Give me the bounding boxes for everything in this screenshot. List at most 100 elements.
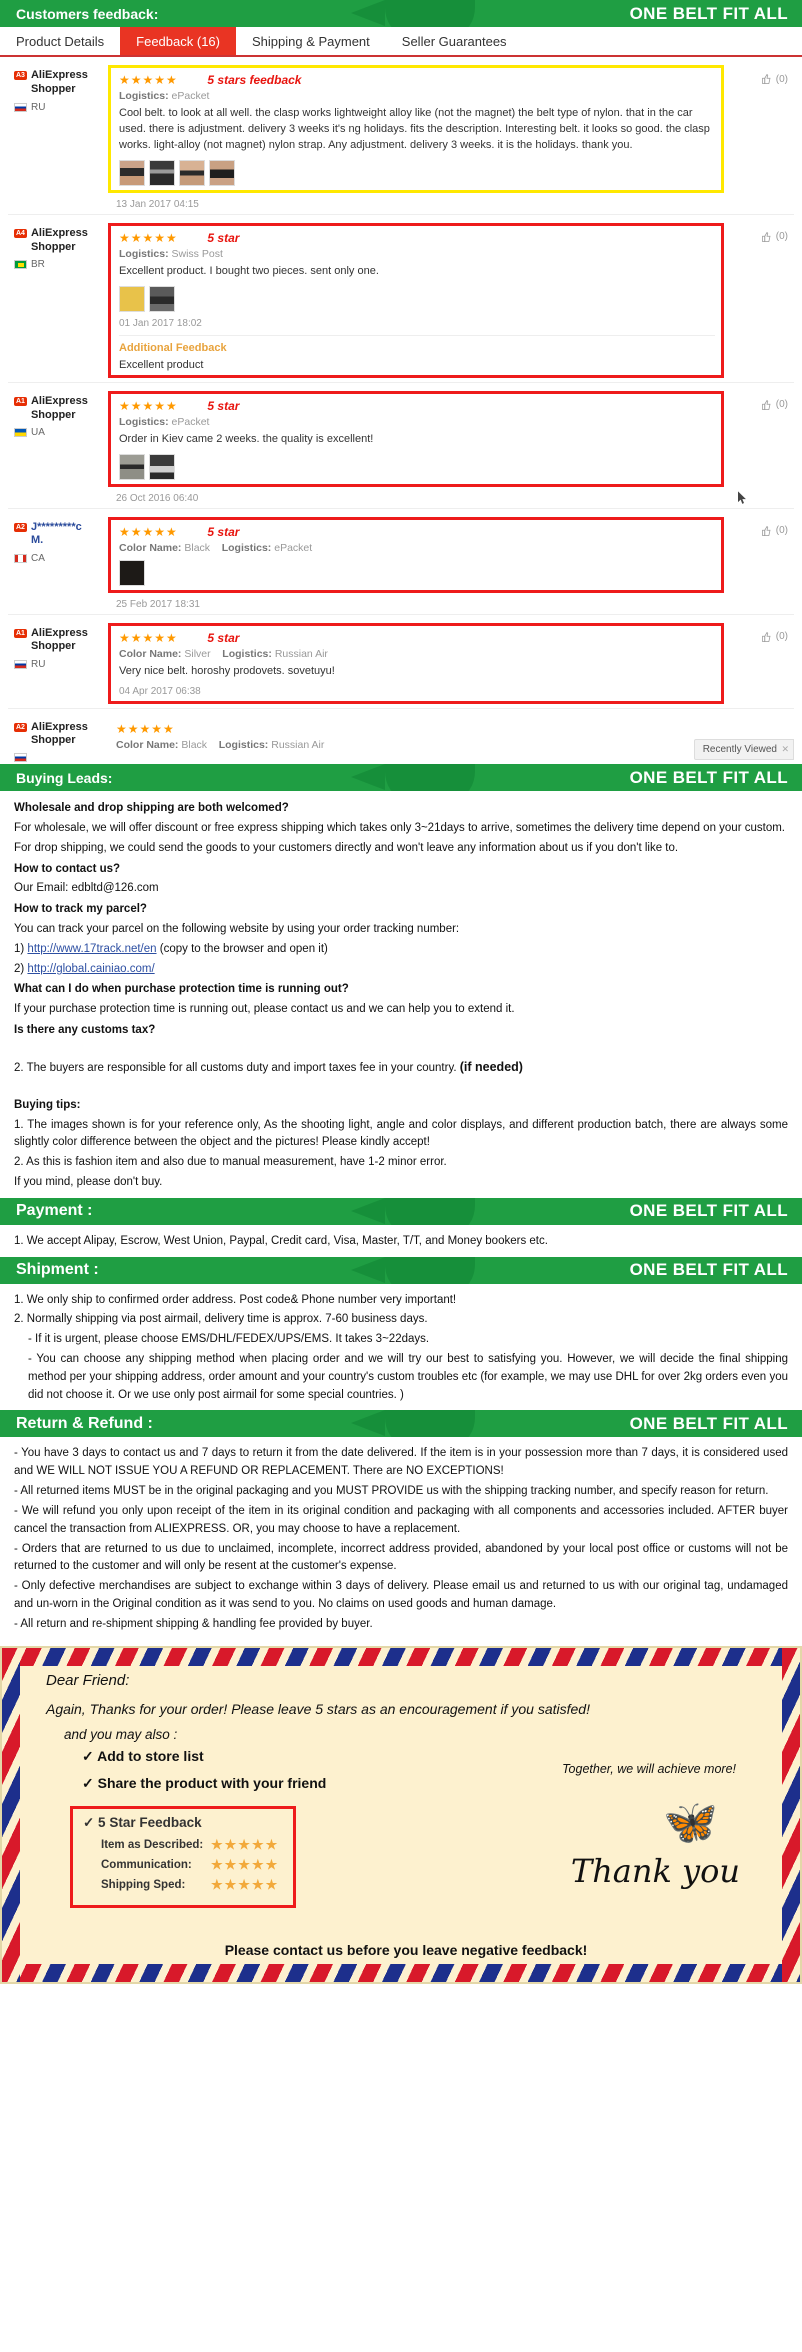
rating-row: Item as Described: ★★★★★ [101, 1837, 279, 1853]
feedback-item: A4 AliExpress Shopper BR ★★★★★ 5 star Log… [8, 215, 794, 504]
rating-row: Communication: ★★★★★ [101, 1857, 279, 1873]
feedback-user: A2 AliExpress Shopper [8, 717, 108, 763]
buying-tips-title: Buying tips: [14, 1098, 81, 1111]
return-line-6: - All return and re-shipment shipping & … [14, 1617, 373, 1630]
feedback-item: A2 J*********c M. CA ★★★★★ 5 star Color N… [8, 509, 794, 615]
user-name-line1: AliExpress [30, 626, 88, 639]
review-photo[interactable] [179, 159, 205, 186]
logistics-value: ePacket [274, 541, 313, 554]
feedback-item: A2 AliExpress Shopper ★★★★★ Color Name: B… [8, 709, 794, 765]
review-photo[interactable] [119, 559, 145, 586]
return-line-5: - Only defective merchandises are subjec… [14, 1580, 788, 1610]
country-code: UA [31, 427, 45, 439]
shipment-line-1: 1. We only ship to confirmed order addre… [14, 1293, 457, 1306]
review-photo[interactable] [149, 285, 175, 312]
also-text: and you may also : [64, 1726, 178, 1742]
payment-line-1: 1. We accept Alipay, Escrow, West Union,… [14, 1234, 548, 1247]
helpful-control[interactable]: (0) [761, 231, 788, 243]
helpful-control[interactable]: (0) [761, 631, 788, 643]
logistics-value: ePacket [171, 415, 210, 428]
helpful-count: (0) [775, 525, 788, 537]
link-note-1: (copy to the browser and open it) [159, 942, 328, 955]
color-label: Color Name: [116, 738, 179, 751]
thumbs-up-icon [761, 231, 771, 242]
faq-question-contact: How to contact us? [14, 862, 121, 875]
logistics-value: Swiss Post [171, 247, 223, 260]
return-line-4: - Orders that are returned to us due to … [14, 1542, 788, 1573]
feedback-date: 13 Jan 2017 04:15 [116, 198, 199, 210]
tab-shipping-payment[interactable]: Shipping & Payment [236, 27, 386, 55]
feedback-meta: Color Name: Black Logistics: ePacket [119, 542, 715, 554]
five-star-title: ✓ 5 Star Feedback [83, 1814, 202, 1830]
feedback-meta: Color Name: Silver Logistics: Russian Ai… [119, 648, 715, 660]
rating-stars: ★★★★★ [116, 721, 175, 736]
close-icon[interactable]: ✕ [781, 744, 789, 755]
feedback-comment: Excellent product. I bought two pieces. … [119, 264, 379, 277]
return-line-2: - All returned items MUST be in the orig… [14, 1485, 769, 1498]
recently-viewed-widget[interactable]: Recently Viewed ✕ [693, 739, 794, 761]
feedback-item: A3 AliExpress Shopper RU ★★★★★ 5 stars fe… [8, 57, 794, 215]
user-name-line1: AliExpress [30, 394, 88, 407]
helpful-control[interactable]: (0) [761, 525, 788, 537]
review-photo[interactable] [149, 453, 175, 480]
shipment-line-3: - If it is urgent, please choose EMS/DHL… [28, 1333, 430, 1346]
banner-slogan: ONE BELT FIT ALL [629, 767, 788, 787]
tracking-link-cainiao[interactable]: http://global.cainiao.com/ [27, 963, 154, 975]
tab-feedback[interactable]: Feedback (16) [120, 27, 236, 55]
user-name-line1: J*********c [30, 520, 82, 533]
logistics-label: Logistics: [221, 541, 272, 554]
review-photo[interactable] [119, 453, 145, 480]
logistics-label: Logistics: [222, 647, 272, 660]
envelope-border-bottom [2, 1963, 800, 1982]
feedback-meta: Color Name: Black Logistics: Russian Air [116, 739, 718, 751]
payment-content: 1. We accept Alipay, Escrow, West Union,… [0, 1225, 802, 1257]
user-name-line1: AliExpress [30, 226, 88, 239]
tracking-link-row-2: 2) http://global.cainiao.com/ [14, 961, 788, 979]
additional-feedback-text: Excellent product [119, 358, 204, 371]
envelope-border-right [782, 1647, 800, 1982]
country-flag-icon [14, 102, 27, 112]
banner-title: Return & Refund : [16, 1414, 153, 1432]
tracking-link-17track[interactable]: http://www.17track.net/en [27, 943, 156, 955]
user-name-line2: Shopper [30, 240, 76, 253]
annotation-label: 5 stars feedback [207, 73, 302, 87]
country-code: RU [31, 101, 46, 113]
feedback-comment: Very nice belt. horoshy prodovets. sovet… [119, 664, 335, 677]
feedback-user: A3 AliExpress Shopper RU [8, 65, 108, 210]
faq-question-customs: Is there any customs tax? [14, 1024, 156, 1037]
five-star-feedback-box: ✓ 5 Star Feedback Item as Described: ★★★… [70, 1805, 297, 1908]
helpful-control[interactable]: (0) [761, 73, 788, 85]
banner-slogan: ONE BELT FIT ALL [629, 1260, 788, 1280]
banner-slogan: ONE BELT FIT ALL [629, 1201, 788, 1221]
rating-stars: ★★★★★ [119, 524, 178, 539]
country-flag-icon [14, 428, 27, 438]
review-photo[interactable] [119, 285, 145, 312]
rating-stars: ★★★★★ [211, 1836, 280, 1852]
tab-seller-guarantees[interactable]: Seller Guarantees [386, 27, 523, 55]
feedback-thumbnails [119, 559, 715, 586]
return-refund-content: - You have 3 days to contact us and 7 da… [0, 1437, 802, 1639]
country-flag-icon [14, 753, 27, 763]
feedback-highlight-box: ★★★★★ 5 star Color Name: Black Logistics… [108, 516, 724, 593]
country-flag-icon [14, 554, 27, 564]
feedback-comment: Order in Kiev came 2 weeks. the quality … [119, 432, 374, 445]
feedback-meta: Logistics: ePacket [119, 90, 715, 102]
review-photo[interactable] [149, 159, 175, 186]
product-tabs: Product Details Feedback (16) Shipping &… [0, 27, 802, 57]
rating-stars: ★★★★★ [119, 630, 178, 645]
tab-product-details[interactable]: Product Details [0, 27, 120, 55]
review-photo[interactable] [119, 159, 145, 186]
shipment-content: 1. We only ship to confirmed order addre… [0, 1284, 802, 1411]
feedback-body: ★★★★★ 5 stars feedback Logistics: ePacke… [108, 65, 794, 210]
feedback-thumbnails [119, 453, 715, 480]
helpful-control[interactable]: (0) [761, 399, 788, 411]
feedback-comment: Cool belt. to look at all well. the clas… [119, 107, 710, 151]
tracking-link-row-1: 1) http://www.17track.net/en (copy to th… [14, 941, 788, 959]
butterfly-icon: 🦋 [663, 1797, 718, 1847]
review-photo[interactable] [209, 159, 235, 186]
color-value: Black [184, 541, 211, 554]
faq-answer-wholesale: For wholesale, we will offer discount or… [14, 821, 785, 834]
rating-row: Shipping Sped: ★★★★★ [101, 1877, 279, 1893]
helpful-count: (0) [775, 231, 788, 243]
logistics-value: Russian Air [271, 738, 325, 751]
